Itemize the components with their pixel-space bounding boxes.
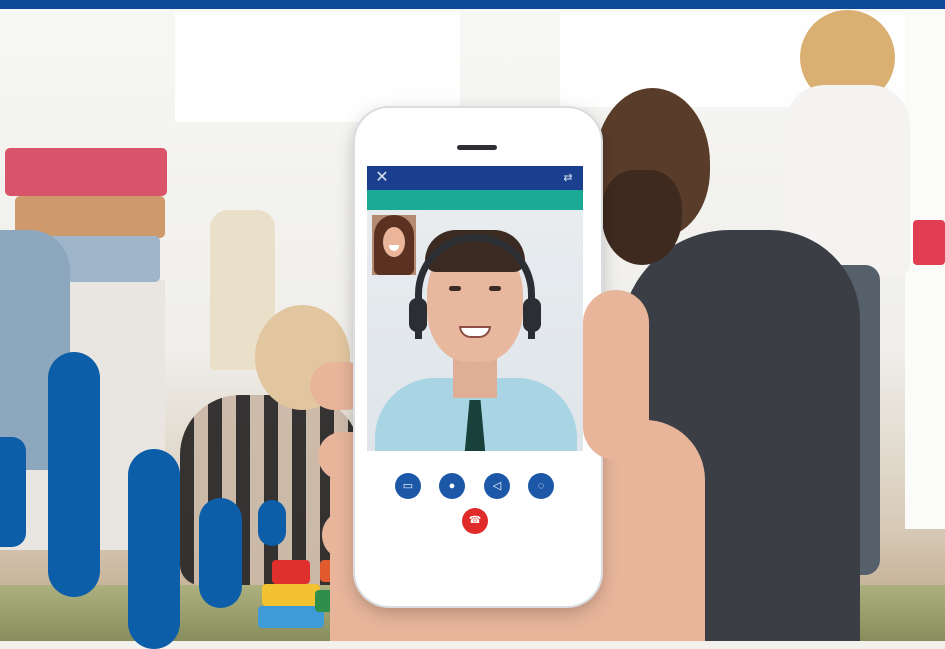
phone-home-area <box>355 551 601 606</box>
app-bar: ✕ ⇄ <box>367 166 583 190</box>
caller-eye <box>489 286 501 291</box>
video-call-screen: ✕ ⇄ ▭ ● ◁ ◌ ☎ <box>367 166 583 551</box>
red-cup <box>913 220 945 265</box>
microphone-icon[interactable]: ● <box>439 473 465 499</box>
speaker-icon[interactable]: ◁ <box>484 473 510 499</box>
status-bar <box>367 190 583 210</box>
self-view-thumbnail[interactable] <box>371 214 417 276</box>
toy-block <box>258 606 324 628</box>
thumb <box>583 290 649 460</box>
end-call-icon[interactable]: ☎ <box>462 508 488 534</box>
switch-camera-icon[interactable]: ⇄ <box>559 169 577 187</box>
decor-bar <box>258 500 286 546</box>
call-controls: ▭ ● ◁ ◌ ☎ <box>367 451 583 551</box>
decor-bar <box>128 449 180 649</box>
headset-ear <box>523 298 541 332</box>
chat-icon[interactable]: ◌ <box>528 473 554 499</box>
self-face <box>383 227 405 257</box>
decor-bar <box>48 352 100 597</box>
close-icon[interactable]: ✕ <box>373 169 391 187</box>
decor-bar <box>199 498 242 608</box>
video-camera-icon[interactable]: ▭ <box>395 473 421 499</box>
wall-edge <box>905 9 945 529</box>
red-suitcase <box>5 148 167 196</box>
toy-block <box>262 584 320 606</box>
smartphone: ✕ ⇄ ▭ ● ◁ ◌ ☎ <box>355 108 601 606</box>
man-beard <box>602 170 682 265</box>
window-left <box>175 12 460 122</box>
phone-speaker <box>457 145 497 150</box>
toy-block <box>272 560 310 584</box>
caller-eye <box>449 286 461 291</box>
headset-ear <box>409 298 427 332</box>
decor-bar <box>0 437 26 547</box>
top-brand-bar <box>0 0 945 9</box>
remote-video <box>367 210 583 451</box>
